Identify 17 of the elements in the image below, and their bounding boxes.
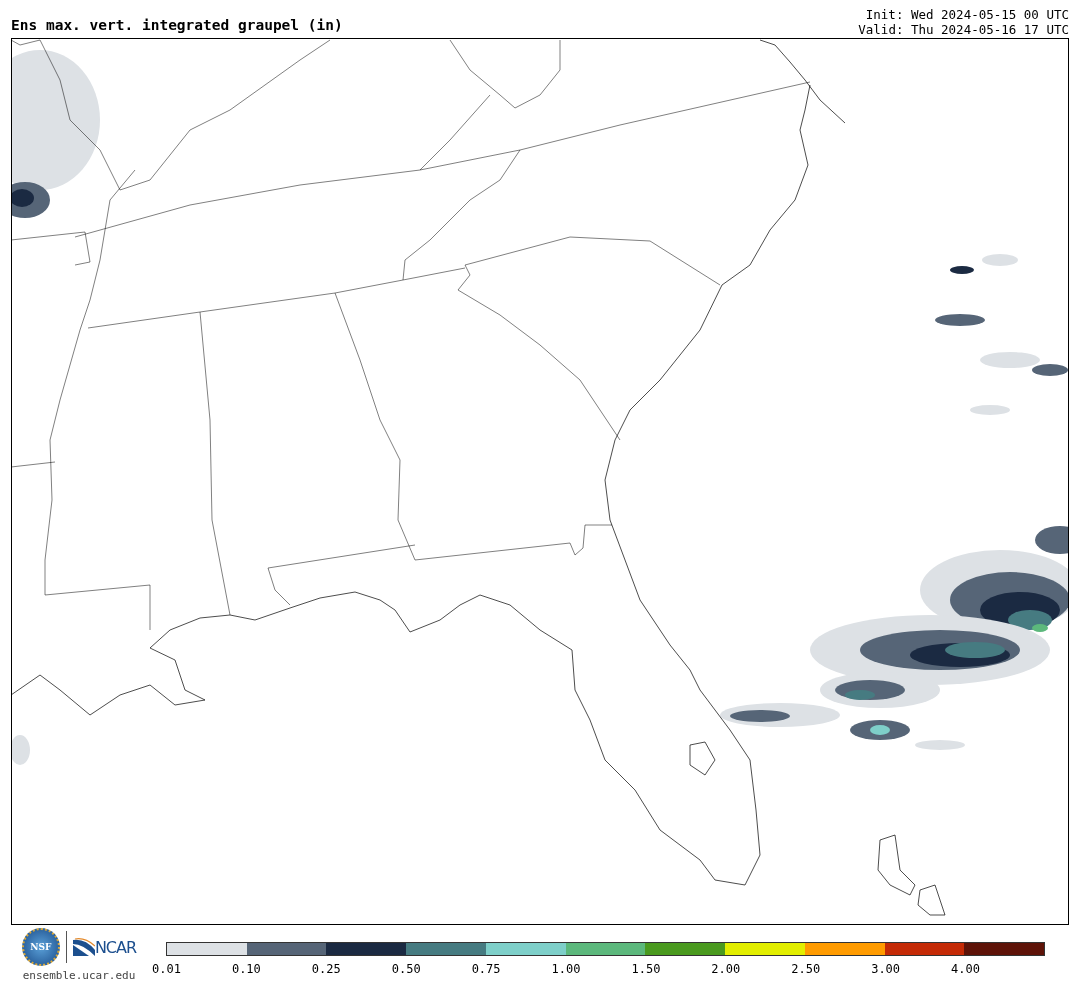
valid-time: Valid: Thu 2024-05-16 17 UTC [858, 22, 1069, 37]
site-url: ensemble.ucar.edu [22, 969, 136, 982]
scale-label: 0.25 [311, 962, 341, 976]
chart-title: Ens max. vert. integrated graupel (in) [11, 17, 343, 35]
scale-label: 3.00 [871, 962, 901, 976]
scale-label: 0.75 [471, 962, 501, 976]
init-time: Init: Wed 2024-05-15 00 UTC [864, 7, 1069, 22]
scale-label: 0.10 [231, 962, 261, 976]
scale-label: 1.00 [551, 962, 581, 976]
nsf-logo: NSF [21, 928, 60, 966]
scale-label: 1.50 [631, 962, 661, 976]
scale-label: 2.00 [711, 962, 741, 976]
scale-label: 4.00 [951, 962, 980, 976]
scale-label: 0.50 [391, 962, 421, 976]
scale-label: 2.50 [791, 962, 821, 976]
scale-label: 0.01 [152, 962, 181, 976]
ncar-logo: NCAR [72, 937, 137, 957]
